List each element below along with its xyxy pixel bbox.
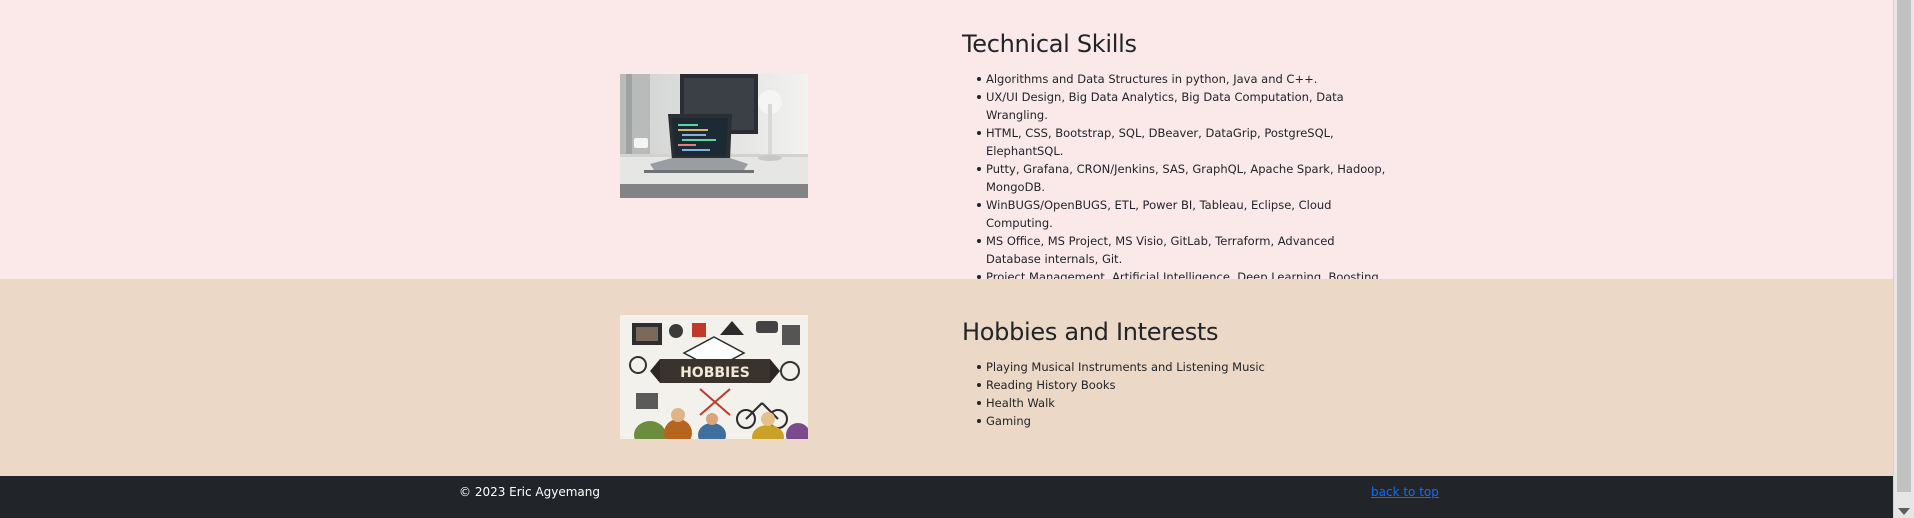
hobbies-collage-image: HOBBIES	[620, 315, 808, 439]
hobbies-section: HOBBIES Hobbies and Interests Playing Mu…	[0, 279, 1893, 476]
hobbies-collage-illustration: HOBBIES	[620, 315, 808, 439]
copyright-text: © 2023 Eric Agyemang	[459, 485, 601, 499]
hobby-item: Health Walk	[962, 394, 1392, 412]
hobbies-content: Hobbies and Interests Playing Musical In…	[962, 316, 1392, 430]
technical-skills-list: Algorithms and Data Structures in python…	[962, 70, 1392, 286]
skill-item: HTML, CSS, Bootstrap, SQL, DBeaver, Data…	[962, 124, 1392, 160]
skill-item: WinBUGS/OpenBUGS, ETL, Power BI, Tableau…	[962, 196, 1392, 232]
skill-item: UX/UI Design, Big Data Analytics, Big Da…	[962, 88, 1392, 124]
hobbies-banner-text: HOBBIES	[680, 365, 750, 381]
hobby-item: Reading History Books	[962, 376, 1392, 394]
hobbies-list: Playing Musical Instruments and Listenin…	[962, 358, 1392, 430]
scroll-down-arrow-icon[interactable]	[1898, 508, 1910, 515]
skill-item: MS Office, MS Project, MS Visio, GitLab,…	[962, 232, 1392, 268]
hobby-item: Gaming	[962, 412, 1392, 430]
scrollbar-thumb[interactable]	[1897, 0, 1911, 492]
hobby-item: Playing Musical Instruments and Listenin…	[962, 358, 1392, 376]
back-to-top-link[interactable]: back to top	[1371, 484, 1439, 500]
vertical-scrollbar[interactable]	[1893, 0, 1914, 518]
page-footer: © 2023 Eric Agyemang back to top	[0, 476, 1893, 518]
page: Technical Skills Algorithms and Data Str…	[0, 0, 1893, 518]
laptop-desk-illustration	[620, 74, 808, 198]
laptop-desk-image	[620, 74, 808, 198]
skill-item: Putty, Grafana, CRON/Jenkins, SAS, Graph…	[962, 160, 1392, 196]
skill-item: Algorithms and Data Structures in python…	[962, 70, 1392, 88]
technical-skills-content: Technical Skills Algorithms and Data Str…	[962, 28, 1392, 286]
technical-skills-section: Technical Skills Algorithms and Data Str…	[0, 0, 1893, 284]
hobbies-title: Hobbies and Interests	[962, 318, 1219, 346]
technical-skills-title: Technical Skills	[962, 30, 1137, 58]
